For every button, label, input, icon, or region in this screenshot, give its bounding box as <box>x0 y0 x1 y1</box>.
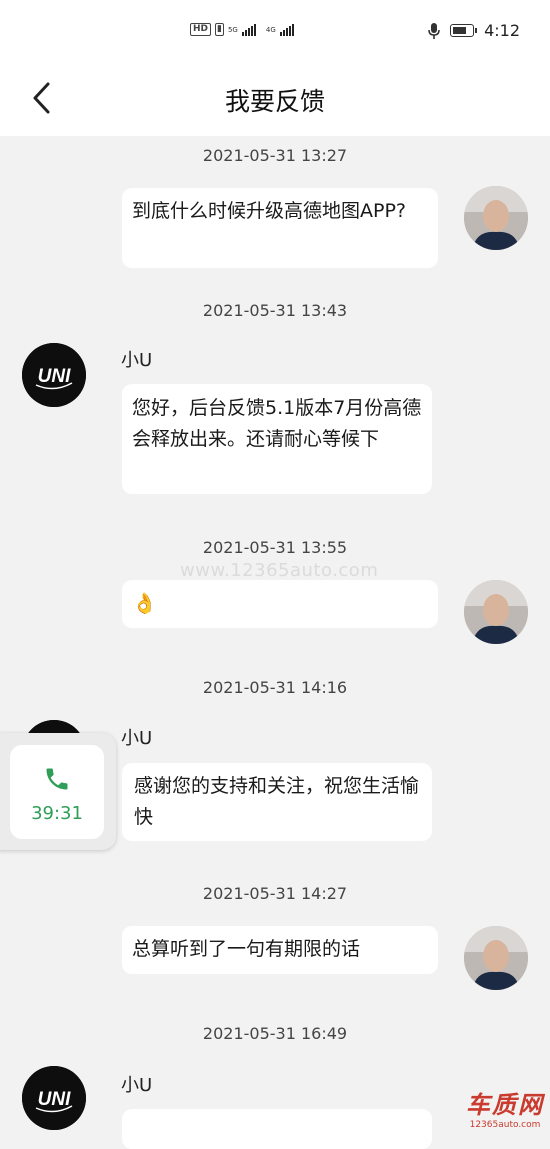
hd-icon: HD <box>190 23 212 36</box>
sender-name: 小U <box>121 728 153 749</box>
signal-icon-2 <box>279 23 294 36</box>
sender-name: 小U <box>121 350 153 371</box>
user-photo-icon <box>464 926 528 990</box>
uni-logo-text: UNI <box>38 366 71 387</box>
logo-text: 车质网 <box>466 1091 544 1119</box>
title-bar: 我要反馈 <box>0 62 550 136</box>
status-icons-left: HD ▮ 5G 4G <box>190 23 294 36</box>
status-icons-right: 4:12 <box>428 21 520 40</box>
message-timestamp: 2021-05-31 14:16 <box>202 678 348 697</box>
message-timestamp: 2021-05-31 13:43 <box>202 301 348 320</box>
call-duration: 39:31 <box>31 803 83 824</box>
avatar[interactable] <box>464 580 528 644</box>
message-bubble-other[interactable]: 感谢您的支持和关注，祝您生活愉快 <box>122 763 432 841</box>
message-bubble-me[interactable]: 到底什么时候升级高德地图APP? <box>122 188 438 268</box>
microphone-icon <box>428 22 440 39</box>
battery-icon <box>450 24 478 37</box>
logo-url: 12365auto.com <box>469 1120 541 1130</box>
avatar[interactable]: UNI <box>22 343 86 407</box>
sim-icon: ▮ <box>215 23 224 36</box>
message-bubble-me[interactable]: 总算听到了一句有期限的话 <box>122 926 438 974</box>
phone-icon <box>46 768 68 790</box>
sender-name: 小U <box>121 1075 153 1096</box>
message-bubble-other[interactable]: 您好，后台反馈5.1版本7月份高德会释放出来。还请耐心等候下 <box>122 384 432 494</box>
user-photo-icon <box>464 580 528 644</box>
message-timestamp: 2021-05-31 16:49 <box>202 1024 348 1043</box>
uni-logo-text: UNI <box>38 1089 71 1110</box>
uni-logo-icon: UNI <box>22 343 86 407</box>
avatar[interactable] <box>464 926 528 990</box>
network-4g-label: 4G <box>265 25 276 34</box>
message-bubble-other[interactable] <box>122 1109 432 1149</box>
avatar[interactable] <box>464 186 528 250</box>
floating-call-widget[interactable]: 39:31 <box>0 733 116 850</box>
message-timestamp: 2021-05-31 14:27 <box>202 884 348 903</box>
status-time: 4:12 <box>484 21 520 40</box>
site-logo: 车质网 12365auto.com <box>466 1085 544 1130</box>
page-title: 我要反馈 <box>224 87 325 116</box>
uni-logo-icon: UNI <box>22 1066 86 1130</box>
watermark: www.12365auto.com <box>180 560 379 581</box>
message-timestamp: 2021-05-31 13:27 <box>202 146 348 165</box>
status-bar: HD ▮ 5G 4G 4:12 <box>0 0 550 62</box>
network-5g-label: 5G <box>227 25 238 34</box>
message-bubble-me[interactable]: 👌 <box>122 580 438 628</box>
signal-icon <box>241 23 256 36</box>
user-photo-icon <box>464 186 528 250</box>
call-card[interactable]: 39:31 <box>10 745 104 839</box>
avatar[interactable]: UNI <box>22 1066 86 1130</box>
message-timestamp: 2021-05-31 13:55 <box>202 538 348 557</box>
